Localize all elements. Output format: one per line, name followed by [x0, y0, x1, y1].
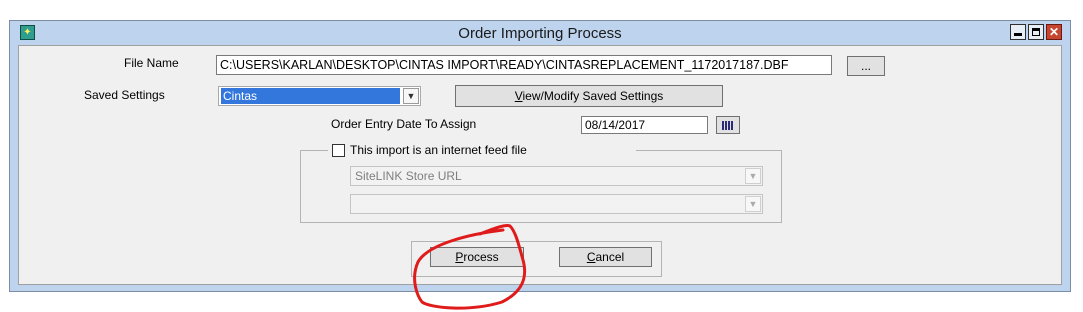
chevron-down-icon[interactable]: ▼ — [403, 88, 419, 104]
second-feed-select[interactable]: ▼ — [350, 194, 763, 214]
process-label: rocess — [463, 250, 499, 264]
chevron-down-icon[interactable]: ▼ — [745, 196, 761, 212]
browse-button[interactable]: ... — [847, 56, 885, 76]
window-title: Order Importing Process — [458, 25, 622, 42]
saved-settings-value: Cintas — [221, 88, 400, 104]
internet-feed-checkbox[interactable] — [332, 144, 345, 157]
sitelink-url-select[interactable]: SiteLINK Store URL ▼ — [350, 166, 763, 186]
internet-feed-label: This import is an internet feed file — [350, 143, 527, 157]
cancel-label: ancel — [595, 250, 625, 264]
view-modify-settings-button[interactable]: View/Modify Saved Settings — [455, 85, 723, 107]
minimize-icon — [1014, 33, 1022, 36]
dialog-body: File Name C:\USERS\KARLAN\DESKTOP\CINTAS… — [18, 45, 1062, 285]
minimize-button[interactable] — [1010, 24, 1026, 40]
saved-settings-label: Saved Settings — [84, 88, 165, 102]
internet-feed-legend: This import is an internet feed file — [328, 142, 636, 158]
view-modify-label: iew/Modify Saved Settings — [522, 89, 664, 103]
order-date-label: Order Entry Date To Assign — [331, 117, 477, 131]
second-feed-value — [353, 196, 742, 212]
cancel-button[interactable]: Cancel — [559, 247, 652, 267]
calendar-button[interactable] — [716, 116, 740, 134]
file-name-label: File Name — [124, 56, 179, 70]
calendar-icon — [722, 121, 734, 130]
file-name-input[interactable]: C:\USERS\KARLAN\DESKTOP\CINTAS IMPORT\RE… — [216, 55, 832, 75]
view-modify-mnemonic: V — [514, 89, 523, 103]
close-button[interactable]: ✕ — [1046, 24, 1062, 40]
maximize-icon — [1032, 28, 1040, 36]
sitelink-url-value: SiteLINK Store URL — [355, 169, 462, 183]
chevron-down-icon[interactable]: ▼ — [745, 168, 761, 184]
window-controls: ✕ — [1010, 24, 1062, 40]
process-button[interactable]: Process — [430, 247, 524, 267]
title-bar[interactable]: ✦ Order Importing Process ✕ — [10, 21, 1070, 45]
close-icon: ✕ — [1048, 25, 1060, 39]
order-importing-window: ✦ Order Importing Process ✕ File Name C:… — [9, 20, 1071, 292]
maximize-button[interactable] — [1028, 24, 1044, 40]
saved-settings-select[interactable]: Cintas ▼ — [218, 86, 421, 106]
order-date-input[interactable]: 08/14/2017 — [581, 116, 708, 134]
